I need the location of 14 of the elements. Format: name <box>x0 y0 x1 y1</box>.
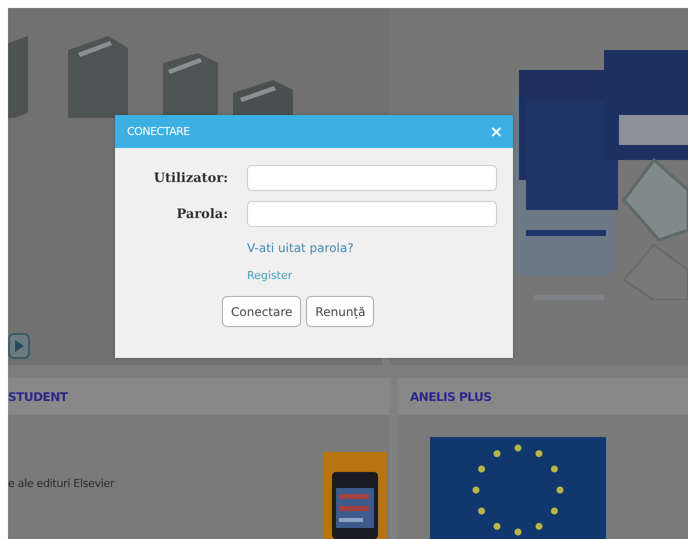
section-text: e ale edituri Elsevier <box>8 477 114 490</box>
cancel-button[interactable]: Renunță <box>306 296 374 327</box>
play-icon[interactable] <box>8 333 30 359</box>
dialog-title: CONECTARE <box>127 125 190 138</box>
field-label: Parola: <box>176 206 228 222</box>
input-field[interactable] <box>247 201 497 227</box>
input-field[interactable] <box>247 165 497 191</box>
close-button[interactable]: × <box>490 122 503 141</box>
link[interactable]: V-ati uitat parola? <box>247 241 354 255</box>
section-title: ANELIS PLUS <box>398 378 688 415</box>
section-title: STUDENT <box>8 378 390 415</box>
login-button[interactable]: Conectare <box>222 296 302 327</box>
field-label: Utilizator: <box>154 170 228 186</box>
link[interactable]: Register <box>247 269 292 282</box>
